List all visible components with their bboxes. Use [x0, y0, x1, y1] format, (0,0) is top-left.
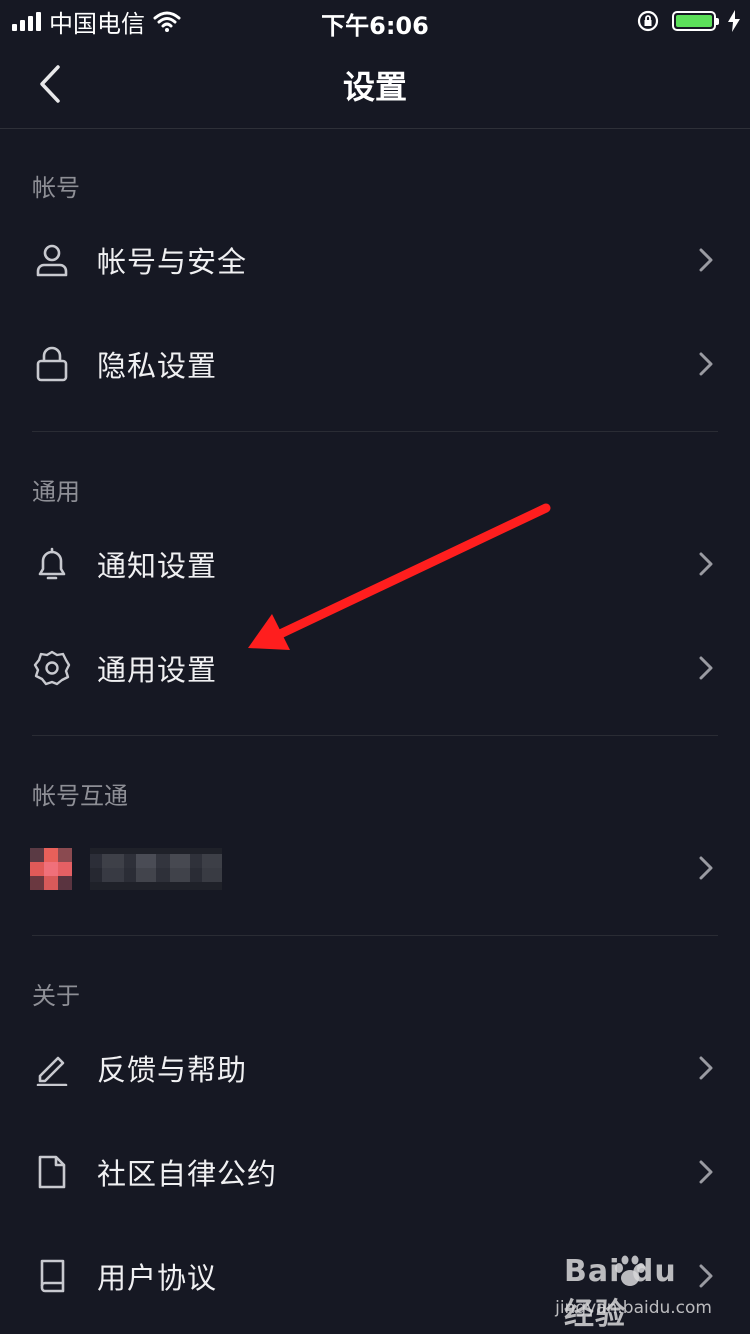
settings-item-label: 隐私设置 [97, 349, 218, 383]
section-title-account: 帐号 [32, 174, 80, 202]
settings-item-general[interactable]: 通用设置 [0, 618, 750, 718]
chevron-right-icon [696, 349, 716, 379]
page-title: 设置 [342, 68, 407, 106]
settings-item-account-security[interactable]: 帐号与安全 [0, 210, 750, 310]
linked-account-name-blurred [90, 848, 222, 890]
section-divider [32, 935, 718, 936]
gear-icon [32, 648, 72, 688]
settings-item-linked-account[interactable] [0, 818, 750, 918]
chevron-right-icon [696, 1157, 716, 1187]
linked-app-icon-blurred [30, 848, 72, 890]
section-title-about: 关于 [32, 982, 80, 1010]
status-bar: 中国电信 下午6:06 [0, 0, 750, 40]
section-divider [32, 735, 718, 736]
charging-icon [728, 10, 740, 32]
document-icon [32, 1152, 72, 1192]
chevron-right-icon [696, 853, 716, 883]
section-divider [32, 431, 718, 432]
chevron-right-icon [696, 549, 716, 579]
user-icon [32, 240, 72, 280]
watermark-url: jingyan.baidu.com [555, 1298, 712, 1318]
chevron-right-icon [696, 245, 716, 275]
settings-item-privacy[interactable]: 隐私设置 [0, 314, 750, 414]
watermark-text: Bai du 经验 [564, 1254, 677, 1332]
bell-icon [32, 544, 72, 584]
section-title-linked: 帐号互通 [32, 782, 128, 810]
status-right [636, 6, 740, 36]
settings-item-community-guidelines[interactable]: 社区自律公约 [0, 1122, 750, 1222]
settings-item-feedback[interactable]: 反馈与帮助 [0, 1018, 750, 1118]
baidu-watermark: Bai du 经验 jingyan.baidu.com [555, 1254, 714, 1332]
rotation-lock-icon [637, 10, 659, 32]
edit-icon [32, 1048, 72, 1088]
settings-item-label: 通用设置 [97, 653, 218, 687]
settings-item-label: 社区自律公约 [97, 1157, 278, 1191]
lock-icon [32, 344, 72, 384]
chevron-right-icon [696, 1053, 716, 1083]
battery-icon [672, 11, 719, 31]
settings-item-notifications[interactable]: 通知设置 [0, 514, 750, 614]
chevron-right-icon [696, 653, 716, 683]
book-icon [32, 1256, 72, 1296]
settings-item-label: 帐号与安全 [97, 245, 248, 279]
section-title-general: 通用 [32, 478, 80, 506]
settings-item-label: 通知设置 [97, 549, 218, 583]
settings-item-label: 反馈与帮助 [97, 1053, 248, 1087]
settings-item-label: 用户协议 [97, 1261, 218, 1295]
nav-bar: 设置 [0, 40, 750, 129]
